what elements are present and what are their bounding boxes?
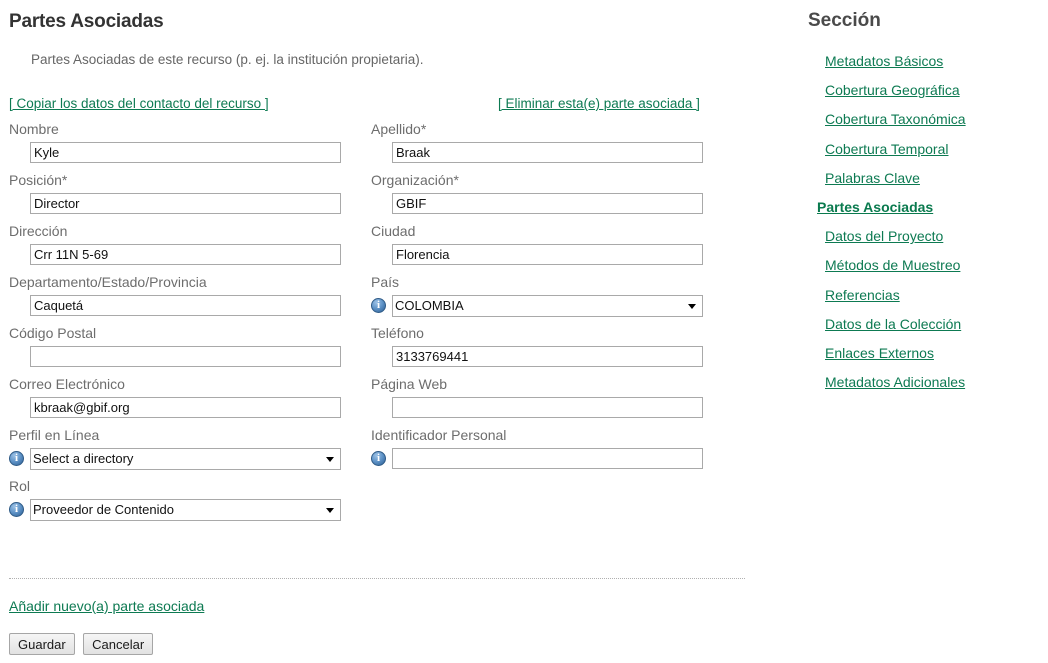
field-control-row <box>0 191 360 216</box>
field-control-row <box>362 242 722 267</box>
field-label: Rol <box>9 478 31 494</box>
input-pagina-web[interactable] <box>392 397 703 418</box>
field-label: Dirección <box>9 223 68 239</box>
select-perfil-en-linea[interactable]: Select a directory <box>30 447 341 470</box>
save-button[interactable]: Guardar <box>9 633 75 655</box>
field-label: País <box>371 274 400 290</box>
field-direccion: Dirección <box>0 222 360 267</box>
main-form-column: Partes Asociadas Partes Asociadas de est… <box>0 0 790 663</box>
select-pais[interactable]: COLOMBIA <box>392 294 703 317</box>
field-label: Apellido* <box>371 121 427 137</box>
input-correo-electronico[interactable] <box>30 397 341 418</box>
field-control-row <box>0 293 360 318</box>
associated-parties-page: Partes Asociadas Partes Asociadas de est… <box>0 0 1048 663</box>
sidebar-item-partes-asociadas[interactable]: Partes Asociadas <box>795 193 1048 222</box>
sidebar-item-metadatos-adicionales[interactable]: Metadatos Adicionales <box>795 368 1048 397</box>
input-organizacion[interactable] <box>392 193 703 214</box>
field-control-row: COLOMBIA <box>362 293 722 318</box>
field-telefono: Teléfono <box>362 324 722 369</box>
sidebar-item-palabras-clave[interactable]: Palabras Clave <box>795 164 1048 193</box>
section-sidebar: Sección Metadatos Básicos Cobertura Geogr… <box>795 0 1048 663</box>
sidebar-item-enlaces-externos[interactable]: Enlaces Externos <box>795 339 1048 368</box>
input-telefono[interactable] <box>392 346 703 367</box>
field-organizacion: Organización* <box>362 171 722 216</box>
field-label: Correo Electrónico <box>9 376 125 392</box>
field-pagina-web: Página Web <box>362 375 722 420</box>
field-label: Perfil en Línea <box>9 427 100 443</box>
input-departamento-estado-provincia[interactable] <box>30 295 341 316</box>
form-column-left: Nombre Posición* Dirección Departamento/Est… <box>0 120 360 528</box>
field-control-row <box>362 344 722 369</box>
info-icon[interactable] <box>371 298 386 313</box>
input-posicion[interactable] <box>30 193 341 214</box>
field-label: Identificador Personal <box>371 427 507 443</box>
cancel-button[interactable]: Cancelar <box>83 633 154 655</box>
form-buttons: Guardar Cancelar <box>9 633 157 655</box>
field-control-row: Proveedor de Contenido <box>0 497 360 522</box>
field-control-row <box>362 395 722 420</box>
remove-associated-party-link[interactable]: [ Eliminar esta(e) parte asociada ] <box>498 96 700 111</box>
info-icon[interactable] <box>9 451 24 466</box>
sidebar-item-metodos-de-muestreo[interactable]: Métodos de Muestreo <box>795 251 1048 280</box>
field-nombre: Nombre <box>0 120 360 165</box>
sidebar-item-cobertura-geografica[interactable]: Cobertura Geográfica <box>795 76 1048 105</box>
add-associated-party-link[interactable]: Añadir nuevo(a) parte asociada <box>9 598 204 614</box>
sidebar-item-referencias[interactable]: Referencias <box>795 281 1048 310</box>
page-title: Partes Asociadas <box>9 11 164 32</box>
field-correo-electronico: Correo Electrónico <box>0 375 360 420</box>
select-wrapper: Select a directory <box>30 447 341 470</box>
select-wrapper: Proveedor de Contenido <box>30 498 341 521</box>
form-column-right: Apellido* Organización* Ciudad País COLOMBIA… <box>362 120 722 477</box>
section-divider <box>9 578 745 579</box>
field-apellido: Apellido* <box>362 120 722 165</box>
info-icon[interactable] <box>371 451 386 466</box>
field-control-row <box>362 140 722 165</box>
field-label: Organización* <box>371 172 459 188</box>
sidebar-item-cobertura-taxonomica[interactable]: Cobertura Taxonómica <box>795 105 1048 134</box>
input-identificador-personal[interactable] <box>392 448 703 469</box>
page-description: Partes Asociadas de este recurso (p. ej.… <box>31 52 424 67</box>
sidebar-item-cobertura-temporal[interactable]: Cobertura Temporal <box>795 135 1048 164</box>
field-control-row <box>362 446 722 471</box>
sidebar-item-datos-del-proyecto[interactable]: Datos del Proyecto <box>795 222 1048 251</box>
field-control-row <box>0 344 360 369</box>
field-label: Departamento/Estado/Provincia <box>9 274 207 290</box>
field-control-row <box>0 242 360 267</box>
field-label: Página Web <box>371 376 448 392</box>
field-label: Nombre <box>9 121 59 137</box>
sidebar-item-metadatos-basicos[interactable]: Metadatos Básicos <box>795 47 1048 76</box>
field-label: Ciudad <box>371 223 416 239</box>
input-direccion[interactable] <box>30 244 341 265</box>
field-posicion: Posición* <box>0 171 360 216</box>
field-control-row: Select a directory <box>0 446 360 471</box>
select-wrapper: COLOMBIA <box>392 294 703 317</box>
field-label: Código Postal <box>9 325 97 341</box>
info-icon[interactable] <box>9 502 24 517</box>
sidebar-item-datos-de-la-coleccion[interactable]: Datos de la Colección <box>795 310 1048 339</box>
field-control-row <box>0 140 360 165</box>
field-control-row <box>0 395 360 420</box>
select-rol[interactable]: Proveedor de Contenido <box>30 498 341 521</box>
field-ciudad: Ciudad <box>362 222 722 267</box>
field-rol: Rol Proveedor de Contenido <box>0 477 360 522</box>
field-perfil-en-linea: Perfil en Línea Select a directory <box>0 426 360 471</box>
field-codigo-postal: Código Postal <box>0 324 360 369</box>
field-label: Teléfono <box>371 325 424 341</box>
field-identificador-personal: Identificador Personal <box>362 426 722 471</box>
field-label: Posición* <box>9 172 68 188</box>
copy-resource-contact-link[interactable]: [ Copiar los datos del contacto del recu… <box>9 96 269 111</box>
sidebar-list: Metadatos Básicos Cobertura Geográfica Cob… <box>795 47 1048 397</box>
input-ciudad[interactable] <box>392 244 703 265</box>
top-action-links: [ Copiar los datos del contacto del recu… <box>0 96 790 114</box>
input-nombre[interactable] <box>30 142 341 163</box>
sidebar-title: Sección <box>808 10 881 31</box>
field-control-row <box>362 191 722 216</box>
input-apellido[interactable] <box>392 142 703 163</box>
input-codigo-postal[interactable] <box>30 346 341 367</box>
field-pais: País COLOMBIA <box>362 273 722 318</box>
field-departamento-estado-provincia: Departamento/Estado/Provincia <box>0 273 360 318</box>
